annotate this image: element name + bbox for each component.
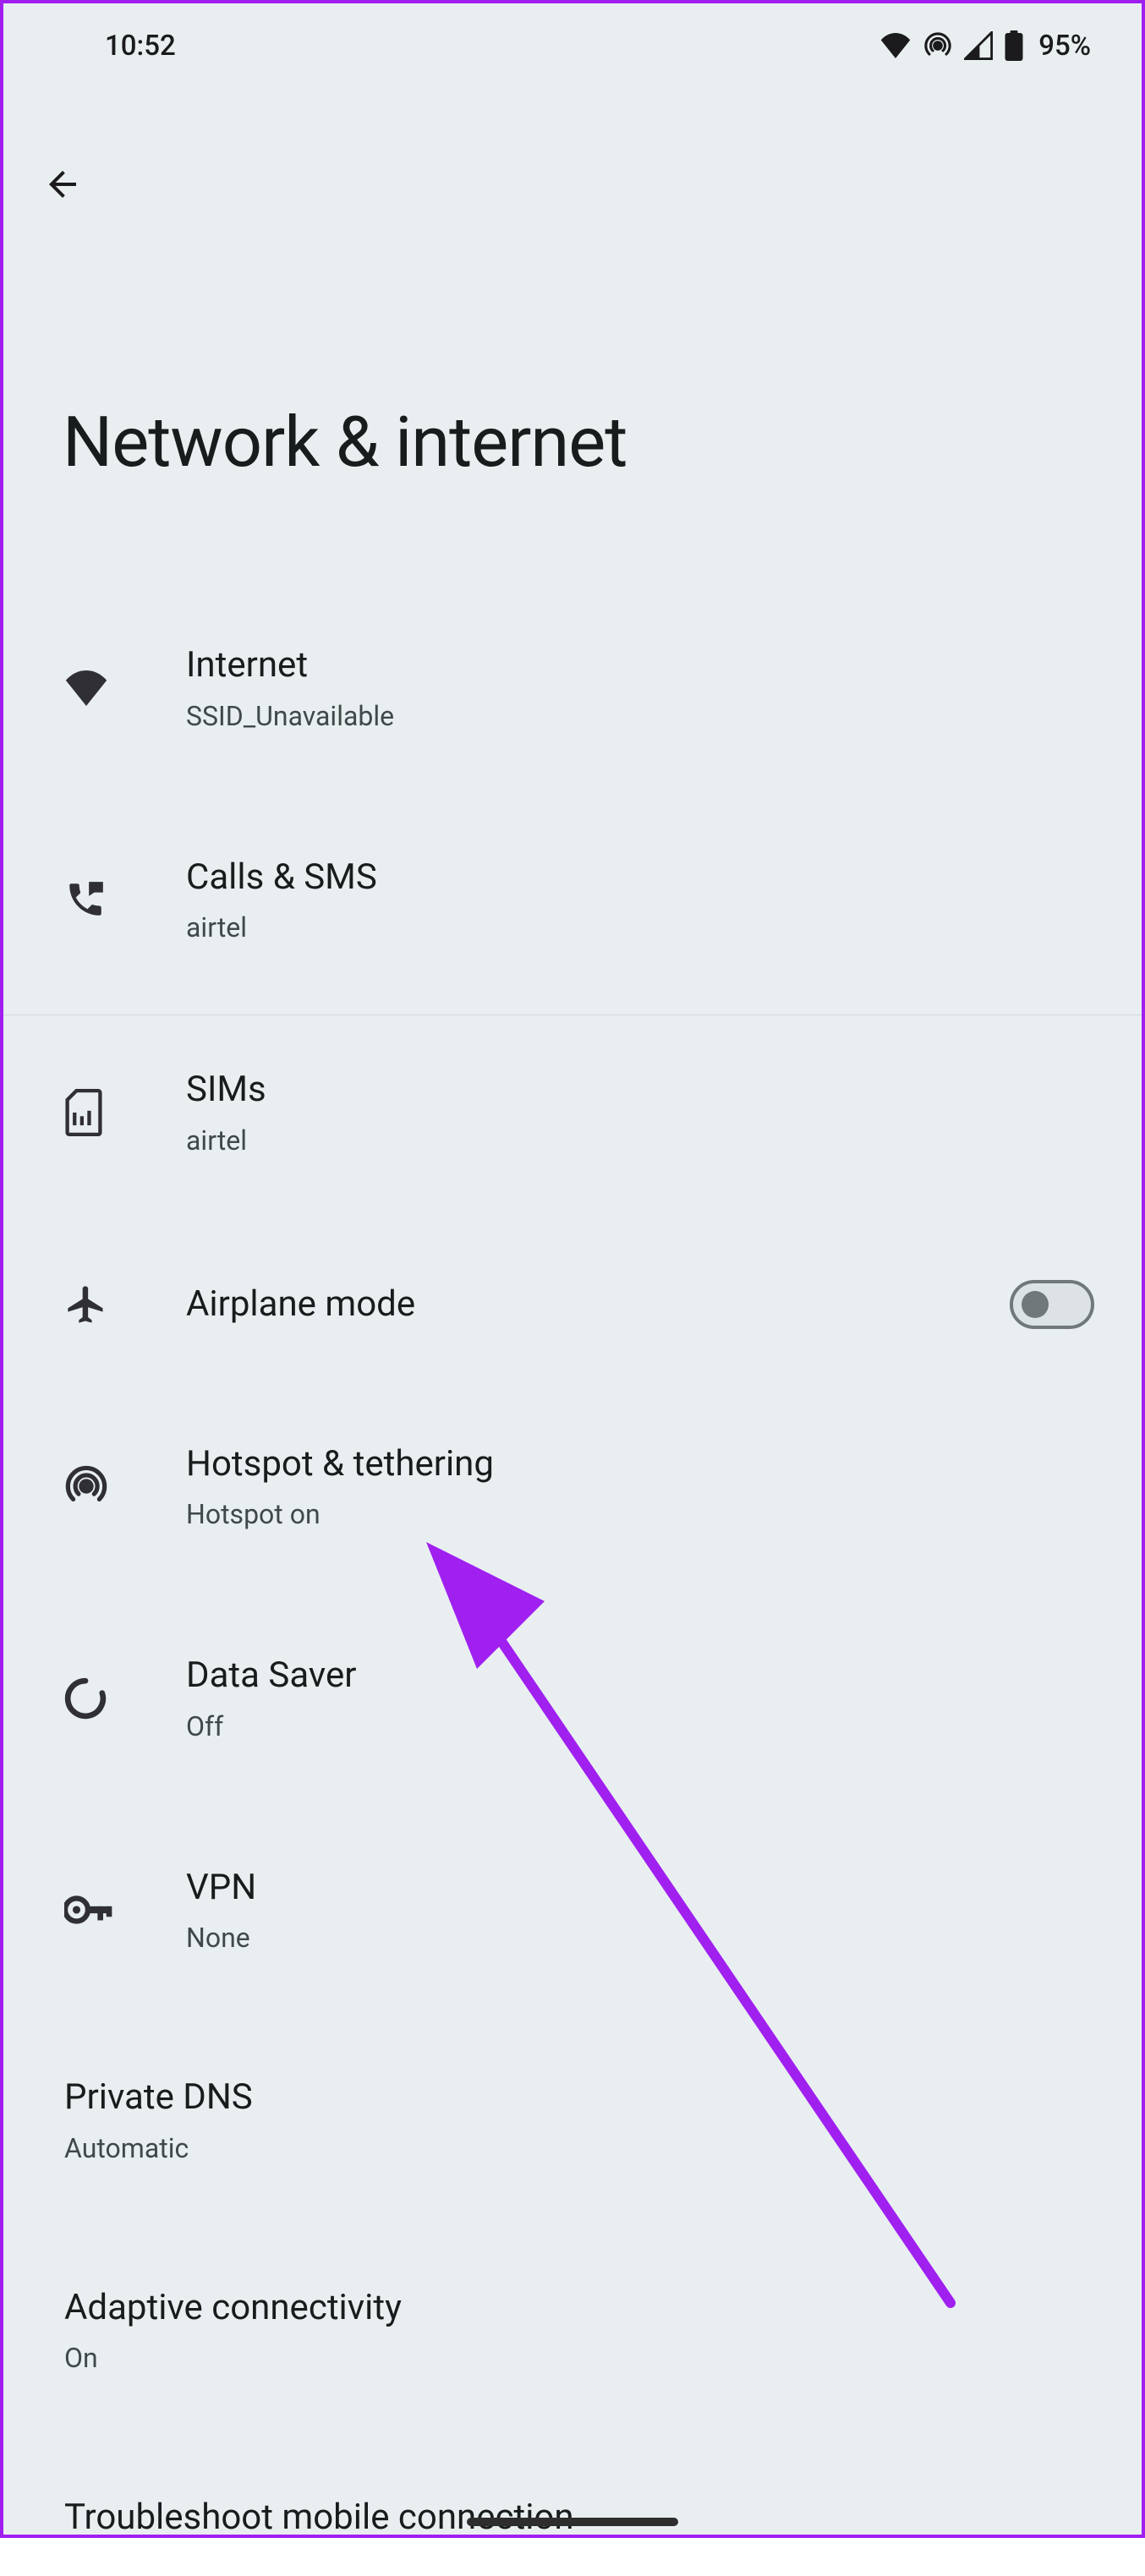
settings-item-title: Airplane mode (186, 1283, 1010, 1327)
airplane-mode-toggle[interactable] (1010, 1280, 1094, 1329)
settings-item-subtitle: airtel (186, 911, 1094, 943)
sim-card-icon (64, 1089, 132, 1136)
settings-item-sims[interactable]: SIMs airtel (3, 1032, 1142, 1192)
data-saver-icon (64, 1677, 132, 1720)
settings-item-subtitle: SSID_Unavailable (186, 700, 1094, 732)
page-title: Network & internet (63, 404, 1108, 481)
settings-item-subtitle: Automatic (64, 2132, 1094, 2164)
settings-item-title: Adaptive connectivity (64, 2286, 1094, 2331)
vpn-key-icon (64, 1895, 132, 1925)
battery-percentage: 95% (1038, 30, 1091, 63)
settings-item-title: SIMs (186, 1068, 1094, 1113)
settings-item-title: Private DNS (64, 2076, 1094, 2120)
settings-item-calls-sms[interactable]: Calls & SMS airtel (3, 820, 1142, 980)
wifi-icon (64, 670, 132, 706)
battery-icon (1005, 30, 1023, 61)
settings-item-airplane-mode[interactable]: Airplane mode (3, 1244, 1142, 1365)
home-indicator[interactable] (467, 2518, 678, 2526)
status-bar: 10:52 95% (3, 3, 1142, 88)
back-button[interactable] (37, 159, 88, 210)
settings-item-subtitle: Hotspot on (186, 1498, 1094, 1530)
settings-item-title: Data Saver (186, 1654, 1094, 1698)
toggle-knob (1022, 1291, 1049, 1318)
settings-item-title: Hotspot & tethering (186, 1442, 1094, 1487)
settings-item-subtitle: None (186, 1922, 1094, 1954)
cellular-signal-icon (964, 31, 993, 60)
app-bar: Network & internet (3, 88, 1142, 481)
settings-item-vpn[interactable]: VPN None (3, 1830, 1142, 1990)
settings-item-internet[interactable]: Internet SSID_Unavailable (3, 608, 1142, 768)
settings-item-private-dns[interactable]: Private DNS Automatic (3, 2040, 1142, 2200)
phone-message-icon (64, 878, 132, 921)
settings-list: Internet SSID_Unavailable Calls & SMS ai… (3, 608, 1142, 2576)
settings-item-adaptive-connectivity[interactable]: Adaptive connectivity On (3, 2251, 1142, 2410)
settings-item-hotspot-tethering[interactable]: Hotspot & tethering Hotspot on (3, 1407, 1142, 1567)
wifi-icon (879, 33, 912, 58)
settings-item-title: VPN (186, 1866, 1094, 1911)
settings-item-subtitle: airtel (186, 1124, 1094, 1157)
settings-item-title: Internet (186, 643, 1094, 688)
status-icons: 95% (879, 30, 1091, 63)
airplane-icon (64, 1283, 132, 1326)
status-time: 10:52 (105, 30, 176, 63)
settings-item-subtitle: Off (186, 1710, 1094, 1742)
hotspot-status-icon (923, 31, 952, 60)
settings-item-title: Calls & SMS (186, 856, 1094, 900)
hotspot-icon (64, 1464, 132, 1508)
arrow-back-icon (42, 164, 83, 205)
settings-item-subtitle: On (64, 2342, 1094, 2374)
settings-item-data-saver[interactable]: Data Saver Off (3, 1618, 1142, 1778)
